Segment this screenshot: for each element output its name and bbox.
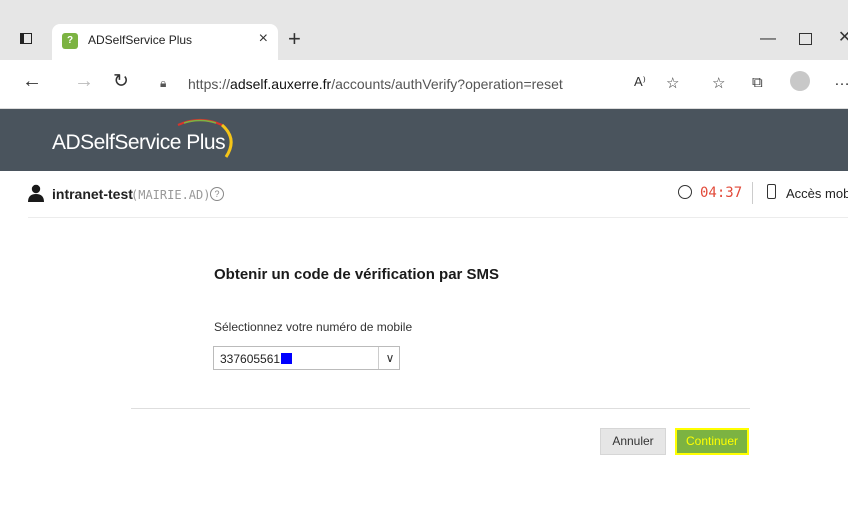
profile-icon[interactable] (790, 71, 810, 91)
app-header: ADSelfService Plus (0, 109, 848, 171)
address-toolbar: ← → ↻ 🔒︎ https://adself.auxerre.fr/accou… (0, 60, 848, 109)
window-icon[interactable] (20, 33, 32, 44)
cancel-button[interactable]: Annuler (600, 428, 666, 455)
favorites-icon[interactable]: ☆ (712, 74, 725, 92)
favorite-add-icon[interactable]: ☆ (666, 74, 679, 92)
timer-icon (678, 185, 692, 199)
browser-window: ? ADSelfService Plus × + — ✕ ← → ↻ 🔒︎ ht… (0, 0, 848, 529)
user-info-bar: intranet-test (MAIRIE.AD) ? 04:37 Accès … (0, 172, 848, 216)
browser-tab[interactable]: ? ADSelfService Plus × (52, 24, 278, 60)
back-icon[interactable]: ← (22, 70, 42, 93)
mobile-icon[interactable] (767, 184, 776, 199)
mobile-access-link[interactable]: Accès mobile (786, 186, 848, 201)
close-icon[interactable]: ✕ (838, 27, 848, 47)
tab-strip: ? ADSelfService Plus × + — ✕ (0, 0, 848, 60)
lock-icon[interactable]: 🔒︎ (160, 76, 166, 91)
redaction-mask (281, 353, 293, 364)
divider (752, 182, 753, 204)
collections-icon[interactable]: ⧉ (752, 74, 763, 91)
address-bar[interactable]: 🔒︎ https://adself.auxerre.fr/accounts/au… (150, 66, 680, 102)
username: intranet-test (52, 186, 133, 202)
form-heading: Obtenir un code de vérification par SMS (214, 266, 500, 283)
help-icon[interactable]: ? (210, 187, 224, 201)
tab-title: ADSelfService Plus (88, 33, 193, 47)
mobile-number-select[interactable]: 337605561 ∨ (213, 346, 400, 370)
divider (28, 217, 848, 218)
url-text[interactable]: https://adself.auxerre.fr/accounts/authV… (188, 76, 563, 92)
new-tab-button[interactable]: + (288, 26, 301, 52)
chevron-down-icon[interactable]: ∨ (378, 347, 401, 369)
reload-icon[interactable]: ↻ (113, 70, 129, 93)
favicon-icon: ? (62, 33, 78, 49)
tab-close-icon[interactable]: × (259, 30, 268, 48)
user-icon (28, 184, 44, 202)
maximize-icon[interactable] (799, 33, 812, 45)
select-label: Sélectionnez votre numéro de mobile (214, 320, 413, 334)
continue-button[interactable]: Continuer (675, 428, 749, 455)
divider (131, 408, 750, 409)
more-icon[interactable]: … (834, 72, 848, 90)
user-domain: (MAIRIE.AD) (131, 188, 211, 202)
selected-number: 337605561 (220, 352, 293, 366)
brand-arc-icon (177, 118, 233, 158)
minimize-icon[interactable]: — (760, 30, 776, 48)
session-timer: 04:37 (700, 185, 743, 201)
read-aloud-icon[interactable]: A⁾ (634, 74, 646, 90)
forward-icon[interactable]: → (74, 70, 94, 93)
